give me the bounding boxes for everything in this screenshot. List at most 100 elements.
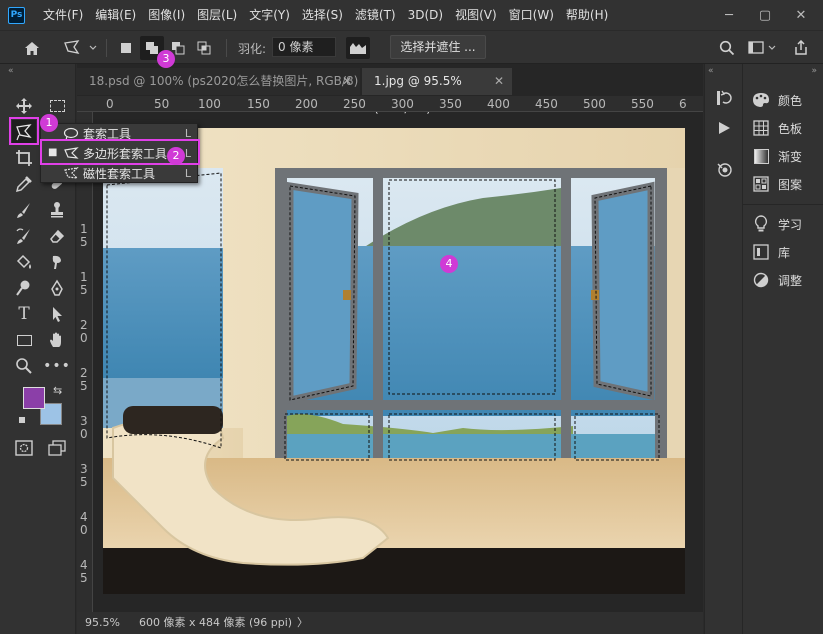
panel-list: » 颜色 色板 渐变 图案 学习 库 调整 — [742, 64, 823, 634]
restore-button[interactable]: ▢ — [750, 0, 780, 30]
close-button[interactable]: ✕ — [786, 0, 816, 30]
share-icon[interactable] — [790, 37, 812, 59]
dodge-tool-icon[interactable] — [12, 276, 36, 300]
ruler-label: 0 — [80, 331, 88, 345]
menu-select[interactable]: 选择(S) — [296, 0, 349, 30]
document-size: 600 像素 x 484 像素 (96 ppi) — [139, 616, 293, 629]
menu-file[interactable]: 文件(F) — [37, 0, 89, 30]
menu-edit[interactable]: 编辑(E) — [89, 0, 142, 30]
type-tool-icon[interactable]: T — [12, 302, 36, 326]
horizontal-ruler[interactable]: 0 50 100 150 200 250 300 350 400 450 500… — [77, 96, 703, 112]
panel-label: 库 — [778, 245, 791, 260]
collapse-chevron-icon[interactable]: « — [8, 66, 14, 76]
menu-view[interactable]: 视图(V) — [449, 0, 503, 30]
history-panel-icon[interactable] — [712, 86, 736, 110]
actions-play-icon[interactable] — [712, 116, 736, 140]
menu-image[interactable]: 图像(I) — [142, 0, 191, 30]
eyedropper-tool-icon[interactable] — [12, 172, 36, 196]
panel-gradients[interactable]: 渐变 — [751, 144, 802, 168]
rectangle-tool-icon[interactable] — [12, 328, 36, 352]
move-tool-icon[interactable] — [12, 94, 36, 118]
color-palette-icon — [751, 90, 771, 110]
options-bar: 羽化: 0 像素 选择并遮住 ... — [0, 30, 823, 64]
panel-label: 图案 — [778, 177, 803, 192]
paint-bucket-tool-icon[interactable] — [12, 250, 36, 274]
close-tab-icon[interactable]: ✕ — [342, 68, 352, 95]
ruler-label: 200 — [295, 97, 318, 111]
zoom-tool-icon[interactable] — [12, 354, 36, 378]
feather-input[interactable]: 0 像素 — [272, 37, 336, 57]
image-canvas[interactable] — [103, 128, 685, 594]
default-colors-icon[interactable] — [18, 416, 26, 424]
panel-libraries[interactable]: 库 — [751, 240, 790, 264]
menu-layer[interactable]: 图层(L) — [191, 0, 243, 30]
ruler-label: 5 — [80, 475, 88, 489]
minimize-button[interactable]: ─ — [714, 0, 744, 30]
panel-color[interactable]: 颜色 — [751, 88, 802, 112]
menu-help[interactable]: 帮助(H) — [560, 0, 614, 30]
select-and-mask-button[interactable]: 选择并遮住 ... — [390, 35, 486, 59]
tool-preset-picker[interactable] — [62, 37, 100, 59]
feather-label: 羽化: — [238, 42, 267, 56]
panel-learn[interactable]: 学习 — [751, 212, 802, 236]
more-tools-icon[interactable]: ••• — [43, 354, 70, 378]
pattern-icon — [751, 174, 771, 194]
adjustments-icon — [751, 270, 771, 290]
panel-label: 渐变 — [778, 149, 803, 164]
menu-3d[interactable]: 3D(D) — [402, 0, 449, 30]
photoshop-logo-icon: Ps — [8, 6, 25, 24]
hand-tool-icon[interactable] — [45, 328, 69, 352]
step-badge: 3 — [157, 50, 175, 68]
panel-swatches[interactable]: 色板 — [751, 116, 802, 140]
ruler-label: 0 — [80, 523, 88, 537]
tab-1-jpg[interactable]: 1.jpg @ 95.5%(RGB/8#) ✕ — [362, 68, 512, 115]
menu-filter[interactable]: 滤镜(T) — [349, 0, 402, 30]
ruler-label: 0 — [106, 97, 114, 111]
panel-adjustments[interactable]: 调整 — [751, 268, 802, 292]
path-selection-tool-icon[interactable] — [45, 302, 69, 326]
clone-stamp-tool-icon[interactable] — [45, 198, 69, 222]
workspace-icon[interactable] — [745, 37, 779, 59]
tab-18-psd[interactable]: 18.psd @ 100% (ps2020怎么替换图片, RGB/8) * ✕ — [77, 68, 360, 115]
quick-mask-icon[interactable] — [12, 436, 36, 460]
ruler-label: 50 — [154, 97, 170, 111]
ruler-label: 3 — [80, 462, 88, 476]
expand-chevron-icon[interactable]: » — [811, 66, 817, 76]
vertical-ruler[interactable]: 1 5 1 5 2 0 2 5 3 0 3 5 4 0 4 5 — [77, 112, 93, 612]
panel-patterns[interactable]: 图案 — [751, 172, 802, 196]
eraser-tool-icon[interactable] — [45, 224, 69, 248]
panel-label: 色板 — [778, 121, 803, 136]
screen-mode-icon[interactable] — [45, 436, 69, 460]
properties-panel-icon[interactable] — [712, 157, 736, 181]
brush-tool-icon[interactable] — [12, 198, 36, 222]
ruler-label: 1 — [80, 222, 88, 236]
close-tab-icon[interactable]: ✕ — [494, 68, 504, 95]
panel-label: 学习 — [778, 217, 803, 232]
zoom-level[interactable]: 95.5% — [85, 612, 120, 634]
menu-item-magnetic-lasso[interactable]: 磁性套索工具 L — [41, 164, 199, 184]
collapse-chevron-icon[interactable]: « — [708, 66, 714, 76]
lasso-tool-highlight — [9, 117, 39, 145]
ruler-label: 1 — [80, 270, 88, 284]
canvas-photo — [103, 128, 685, 594]
ruler-label: 150 — [247, 97, 270, 111]
menu-window[interactable]: 窗口(W) — [503, 0, 560, 30]
history-brush-tool-icon[interactable] — [12, 224, 36, 248]
foreground-color-swatch[interactable] — [23, 387, 45, 409]
ruler-label: 4 — [80, 558, 88, 572]
search-icon[interactable] — [716, 37, 738, 59]
pen-tool-icon[interactable] — [45, 276, 69, 300]
anti-alias-icon[interactable] — [346, 37, 370, 59]
crop-tool-icon[interactable] — [12, 146, 36, 170]
shortcut-key: L — [184, 167, 191, 180]
ruler-label: 350 — [439, 97, 462, 111]
smudge-tool-icon[interactable] — [45, 250, 69, 274]
intersect-selection-icon[interactable] — [194, 38, 214, 58]
step-badge: 2 — [167, 147, 185, 165]
menu-type[interactable]: 文字(Y) — [243, 0, 296, 30]
new-selection-icon[interactable] — [116, 38, 136, 58]
swap-colors-icon[interactable]: ⇆ — [53, 384, 62, 397]
status-menu-chevron-icon[interactable]: 〉 — [297, 612, 308, 634]
home-icon[interactable] — [20, 37, 44, 59]
swatches-grid-icon — [751, 118, 771, 138]
